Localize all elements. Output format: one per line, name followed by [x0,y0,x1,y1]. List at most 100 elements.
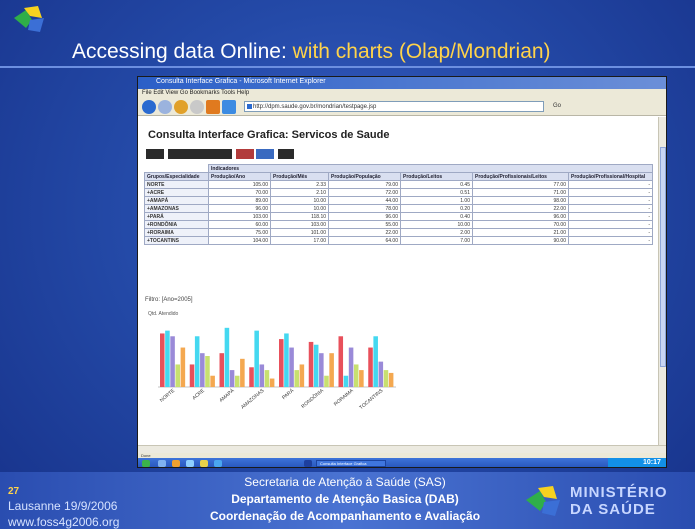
row-header[interactable]: +TOCANTINS [144,236,209,245]
table-row: +ACRE 70.00 2.10 72.00 0.51 71.00 - [144,188,653,197]
x-tick-label: TOCANTINS [358,388,384,412]
website-link[interactable]: www.foss4g2006.org [8,515,119,529]
taskbar-window-button[interactable]: Consulta Interface Grafica [316,460,386,467]
olap-tools-icon[interactable] [168,149,232,159]
vertical-scrollbar[interactable] [658,117,666,445]
chart-bar[interactable] [219,353,225,387]
start-icon[interactable] [142,460,150,467]
chart-bar[interactable] [284,333,289,387]
column-header[interactable]: Produção/Profissionais/Leitos [472,172,569,181]
chart-bar[interactable] [269,378,275,387]
swap-axes-icon[interactable] [256,149,274,159]
table-cell: 79.00 [328,180,401,189]
taskbar: Consulta Interface Grafica 10:17 [138,458,666,467]
row-header[interactable]: +ACRE [144,188,209,197]
table-cell: 72.00 [328,188,401,197]
horizontal-scrollbar[interactable] [138,445,666,453]
quicklaunch-icon[interactable] [214,460,222,467]
row-header[interactable]: +AMAPÁ [144,196,209,205]
chart-bar[interactable] [299,364,305,387]
menu-bar[interactable]: File Edit View Go Bookmarks Tools Help [138,89,666,98]
row-header[interactable]: +AMAZONAS [144,204,209,213]
quicklaunch-icon[interactable] [200,460,208,467]
cube-navigator-icon[interactable] [146,149,164,159]
table-header-row: Grupos/Especialidade Produção/Ano Produç… [144,172,653,181]
column-header[interactable]: Produção/Ano [208,172,271,181]
chart-bar[interactable] [165,330,170,387]
column-header[interactable]: Produção/Profissional/Hospital [568,172,653,181]
chart-bar[interactable] [348,347,354,387]
stop-icon[interactable] [190,100,204,114]
chart-bar[interactable] [338,336,344,387]
chart-bar[interactable] [160,333,165,387]
browser-task-icon[interactable] [304,460,312,467]
column-header[interactable]: Produção/Mês [270,172,329,181]
chart-bar[interactable] [189,364,195,387]
forward-icon[interactable] [158,100,172,114]
quicklaunch-icon[interactable] [158,460,166,467]
row-header[interactable]: +PARÁ [144,212,209,221]
chart-bar[interactable] [200,353,205,387]
chart-bar[interactable] [254,330,259,387]
chart-bar[interactable] [378,361,384,387]
chart-bar[interactable] [249,367,254,387]
table-cell: 103.00 [270,220,329,229]
chart-bar[interactable] [373,336,378,387]
chart-bar[interactable] [368,347,373,387]
chart-bar[interactable] [329,353,334,387]
table-cell: - [568,220,653,229]
chart-bar[interactable] [224,327,230,387]
column-header[interactable]: Produção/Leitos [400,172,473,181]
chart-bar[interactable] [259,364,265,387]
go-button[interactable]: Go [553,103,561,109]
table-row: NORTE 105.00 2.33 79.00 0.45 77.00 - [144,180,653,189]
row-header[interactable]: +RORAIMA [144,228,209,237]
chart-bar[interactable] [170,336,175,387]
row-header[interactable]: NORTE [144,180,209,189]
chart-bar[interactable] [343,375,349,387]
browser-screenshot: Consulta Interface Grafica - Microsoft I… [137,76,667,468]
back-icon[interactable] [142,100,156,114]
chart-bar[interactable] [388,372,394,387]
chart-bar[interactable] [229,370,235,387]
table-cell: 60.00 [208,220,271,229]
chart-bar[interactable] [308,341,314,387]
quicklaunch-icon[interactable] [172,460,180,467]
address-bar[interactable]: http://dpm.saude.gov.br/mondrian/testpag… [244,101,544,112]
refresh-icon[interactable] [174,100,188,114]
chart-bar[interactable] [383,370,389,387]
column-header[interactable]: Produção/População [328,172,401,181]
table-row: +RONDÔNIA 60.00 103.00 55.00 10.00 70.00… [144,220,653,229]
chart-bar[interactable] [240,358,245,387]
chart-bar[interactable] [264,370,270,387]
scrollbar-thumb[interactable] [660,147,666,367]
quicklaunch-icon[interactable] [186,460,194,467]
chart-bar[interactable] [359,370,364,387]
chart-bar[interactable] [210,375,215,387]
chart-bar[interactable] [194,336,200,387]
chart-icon[interactable] [236,149,254,159]
chart-bar[interactable] [205,356,210,387]
chart-bar[interactable] [313,344,319,387]
table-cell: 96.00 [208,204,271,213]
group-header[interactable]: Indicadores [208,164,653,173]
header-divider [0,66,695,68]
chart-bar[interactable] [180,347,186,387]
chart-bar[interactable] [279,339,284,387]
row-header[interactable]: +RONDÔNIA [144,220,209,229]
bookmark-icon[interactable] [222,100,236,114]
chart-bar[interactable] [319,353,324,387]
chart-bar[interactable] [353,364,359,387]
chart-bar[interactable] [234,375,240,387]
chart-bar[interactable] [324,375,329,387]
export-icon[interactable] [278,149,294,159]
chart-bar[interactable] [294,370,299,387]
chart-bar[interactable] [289,347,294,387]
table-cell: 10.00 [400,220,473,229]
x-tick-label: NORTE [159,388,177,404]
window-titlebar[interactable]: Consulta Interface Grafica - Microsoft I… [138,77,666,89]
column-header[interactable]: Grupos/Especialidade [144,172,209,181]
table-cell: 17.00 [270,236,329,245]
chart-bar[interactable] [175,364,180,387]
home-icon[interactable] [206,100,220,114]
